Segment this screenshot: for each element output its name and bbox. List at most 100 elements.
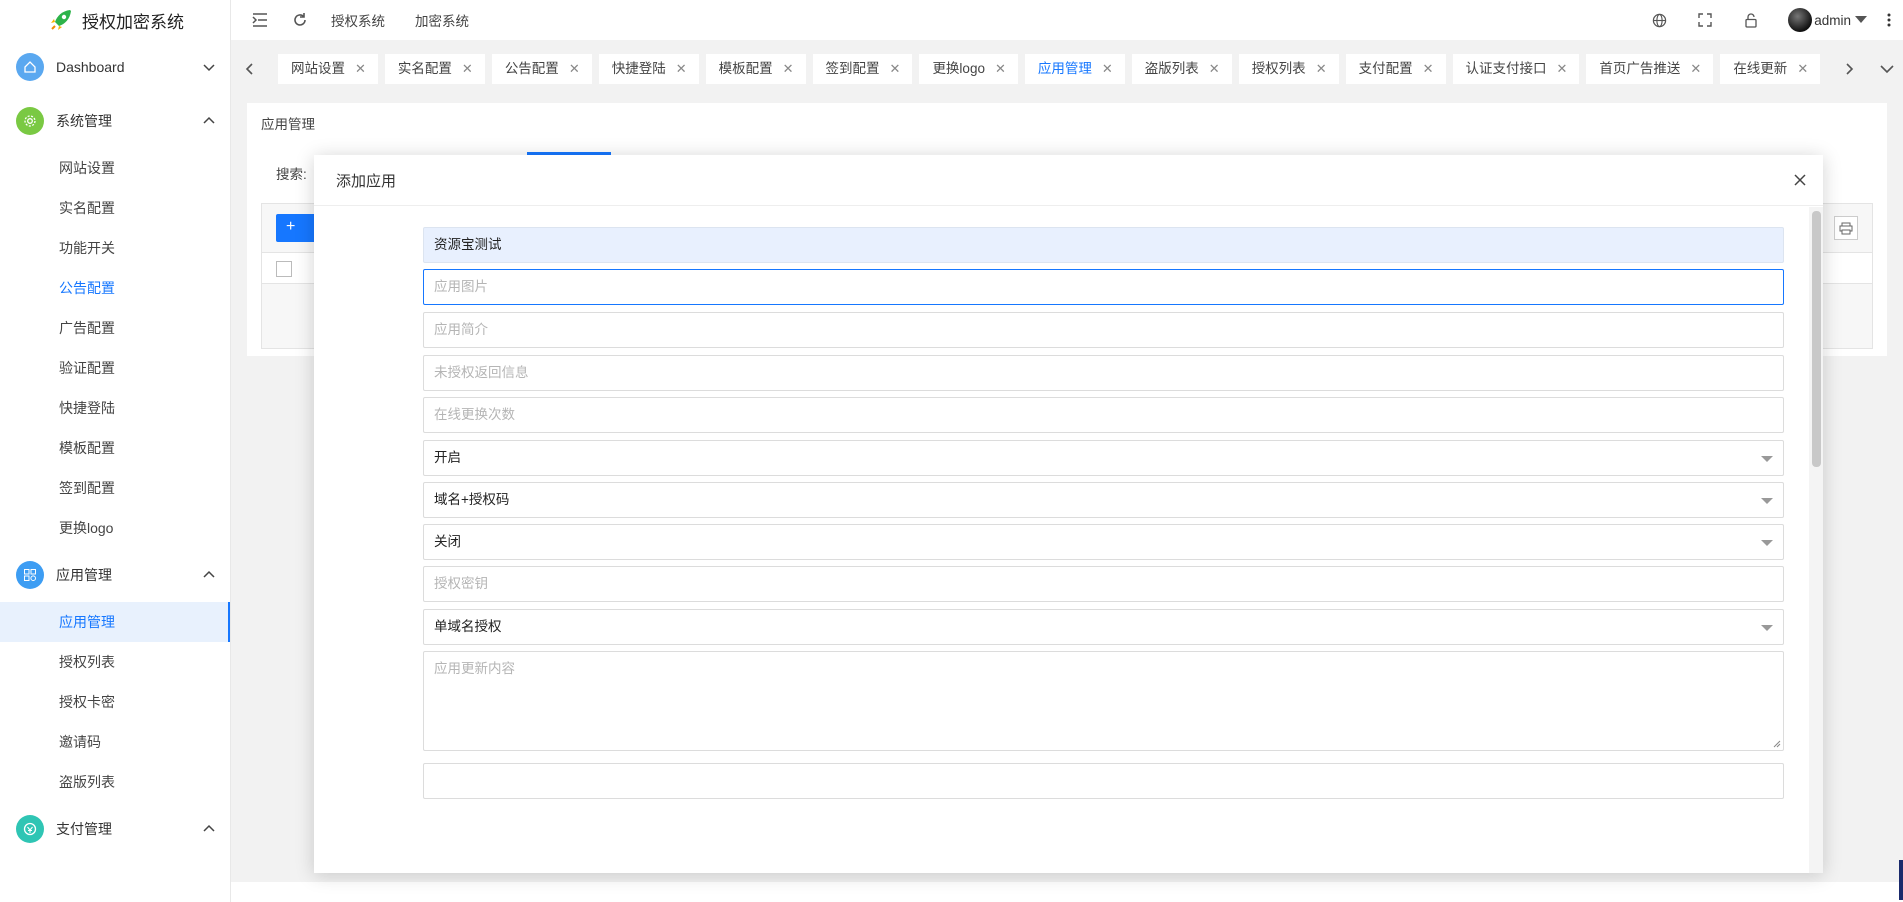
sidebar-item[interactable]: 模板配置 xyxy=(0,428,230,468)
sidebar-group-1[interactable]: 系统管理 xyxy=(0,94,230,148)
modal-scrollbar-thumb[interactable] xyxy=(1812,211,1821,467)
sidebar-group-2[interactable]: 应用管理 xyxy=(0,548,230,602)
tab[interactable]: 应用管理 ✕ xyxy=(1024,54,1125,84)
select-field[interactable]: 开启 xyxy=(423,440,1784,476)
more-vertical-icon[interactable] xyxy=(1881,11,1897,29)
close-tab-icon[interactable]: ✕ xyxy=(676,54,687,84)
collapse-menu-icon[interactable] xyxy=(251,11,269,29)
tabs-prev-icon[interactable] xyxy=(231,50,267,88)
tab[interactable]: 支付配置 ✕ xyxy=(1345,54,1446,84)
tab-label: 认证支付接口 xyxy=(1465,61,1547,76)
close-tab-icon[interactable]: ✕ xyxy=(1423,54,1434,84)
add-button[interactable]: + xyxy=(276,214,316,242)
app-logo[interactable]: 授权加密系统 xyxy=(0,0,230,40)
tab[interactable]: 网站设置 ✕ xyxy=(278,54,378,84)
sidebar-item[interactable]: 实名配置 xyxy=(0,188,230,228)
tab[interactable]: 快捷登陆 ✕ xyxy=(598,54,699,84)
close-tab-icon[interactable]: ✕ xyxy=(1690,54,1701,84)
close-tab-icon[interactable]: ✕ xyxy=(569,54,580,84)
input-field[interactable] xyxy=(423,763,1784,799)
tab-label: 公告配置 xyxy=(504,61,559,76)
sidebar-group-3[interactable]: 支付管理 xyxy=(0,802,230,856)
form-row: 验证方式域名+授权码 xyxy=(314,482,1809,520)
form-row: IP授权关闭 xyxy=(314,524,1809,562)
close-tab-icon[interactable]: ✕ xyxy=(1316,54,1327,84)
input-field[interactable]: 资源宝测试 xyxy=(423,227,1784,263)
tab[interactable]: 盗版列表 ✕ xyxy=(1131,54,1232,84)
top-link-auth-system[interactable]: 授权系统 xyxy=(331,10,385,30)
user-dropdown-icon[interactable] xyxy=(1855,16,1867,24)
form-row: 授权密钥i授权密钥 xyxy=(314,566,1809,604)
tab[interactable]: 授权列表 ✕ xyxy=(1238,54,1339,84)
lock-icon[interactable] xyxy=(1742,11,1760,29)
sidebar-item[interactable]: 功能开关 xyxy=(0,228,230,268)
close-tab-icon[interactable]: ✕ xyxy=(1557,54,1568,84)
sidebar-item[interactable]: 验证配置 xyxy=(0,348,230,388)
app-title: 授权加密系统 xyxy=(82,12,184,32)
sidebar-item[interactable]: 盗版列表 xyxy=(0,762,230,802)
user-name[interactable]: admin xyxy=(1814,13,1851,28)
input-field[interactable]: 在线更换次数 xyxy=(423,397,1784,433)
tab-label: 实名配置 xyxy=(397,61,452,76)
globe-icon[interactable] xyxy=(1650,11,1668,29)
sidebar-item[interactable]: 快捷登陆 xyxy=(0,388,230,428)
close-icon[interactable] xyxy=(1789,169,1811,191)
input-field[interactable]: 应用简介 xyxy=(423,312,1784,348)
close-tab-icon[interactable]: ✕ xyxy=(1102,54,1113,84)
sidebar-item[interactable]: 签到配置 xyxy=(0,468,230,508)
sidebar-item[interactable]: 授权卡密 xyxy=(0,682,230,722)
close-tab-icon[interactable]: ✕ xyxy=(783,54,794,84)
select-field[interactable]: 域名+授权码 xyxy=(423,482,1784,518)
select-field[interactable]: 单域名授权 xyxy=(423,609,1784,645)
sidebar-item[interactable]: 公告配置 xyxy=(0,268,230,308)
print-icon[interactable] xyxy=(1834,216,1858,240)
sidebar-group-label: 支付管理 xyxy=(56,821,112,837)
tabs-next-icon[interactable] xyxy=(1832,50,1868,88)
chevron-up-icon xyxy=(203,570,215,578)
tabs-more-icon[interactable] xyxy=(1872,50,1902,88)
close-tab-icon[interactable]: ✕ xyxy=(462,54,473,84)
sidebar-item[interactable]: 网站设置 xyxy=(0,148,230,188)
chevron-down-icon xyxy=(203,64,215,72)
close-tab-icon[interactable]: ✕ xyxy=(355,54,366,84)
input-field[interactable]: 授权密钥 xyxy=(423,566,1784,602)
tab[interactable]: 在线更新 ✕ xyxy=(1720,54,1821,84)
select-all-checkbox[interactable] xyxy=(276,261,292,277)
tab-label: 快捷登陆 xyxy=(611,61,666,76)
add-app-modal: 添加应用 应用名称资源宝测试应用图片i应用图片应用简介i应用简介盗版信息i未授权… xyxy=(314,155,1823,873)
tab[interactable]: 更换logo ✕ xyxy=(919,54,1018,84)
fullscreen-icon[interactable] xyxy=(1696,11,1714,29)
close-tab-icon[interactable]: ✕ xyxy=(995,54,1006,84)
resize-grip-icon[interactable] xyxy=(1773,740,1781,748)
tab-label: 签到配置 xyxy=(825,61,880,76)
sidebar: 授权加密系统 Dashboard 系统管理网站设置 实名配置 功能开关 公告配置 广告配置… xyxy=(0,0,231,902)
input-field[interactable]: 未授权返回信息 xyxy=(423,355,1784,391)
sidebar-item[interactable]: 广告配置 xyxy=(0,308,230,348)
tab[interactable]: 签到配置 ✕ xyxy=(812,54,913,84)
textarea-field[interactable]: 应用更新内容 xyxy=(423,651,1784,751)
tab[interactable]: 认证支付接口 ✕ xyxy=(1452,54,1580,84)
sidebar-item[interactable]: 授权列表 xyxy=(0,642,230,682)
form-row: 应用名称资源宝测试 xyxy=(314,227,1809,265)
tab[interactable]: 首页广告推送 ✕ xyxy=(1586,54,1714,84)
sidebar-item[interactable]: 邀请码 xyxy=(0,722,230,762)
tab[interactable]: 模板配置 ✕ xyxy=(705,54,806,84)
close-tab-icon[interactable]: ✕ xyxy=(890,54,901,84)
input-field[interactable]: 应用图片 xyxy=(423,269,1784,305)
tab[interactable]: 实名配置 ✕ xyxy=(384,54,485,84)
sidebar-group-0[interactable]: Dashboard xyxy=(0,40,230,94)
tab[interactable]: 公告配置 ✕ xyxy=(491,54,592,84)
sidebar-item[interactable]: 更换logo xyxy=(0,508,230,548)
sidebar-group-label: 系统管理 xyxy=(56,113,112,129)
sidebar-item[interactable]: 应用管理 xyxy=(0,602,230,642)
corner-widget[interactable] xyxy=(1899,860,1903,900)
close-tab-icon[interactable]: ✕ xyxy=(1797,54,1808,84)
top-link-encrypt-system[interactable]: 加密系统 xyxy=(415,10,469,30)
avatar[interactable] xyxy=(1788,8,1813,32)
apps-icon xyxy=(16,561,44,589)
top-right-tools: admin xyxy=(1650,0,1903,40)
close-tab-icon[interactable]: ✕ xyxy=(1209,54,1220,84)
rocket-logo-icon xyxy=(51,10,71,30)
refresh-icon[interactable] xyxy=(291,11,309,29)
select-field[interactable]: 关闭 xyxy=(423,524,1784,560)
